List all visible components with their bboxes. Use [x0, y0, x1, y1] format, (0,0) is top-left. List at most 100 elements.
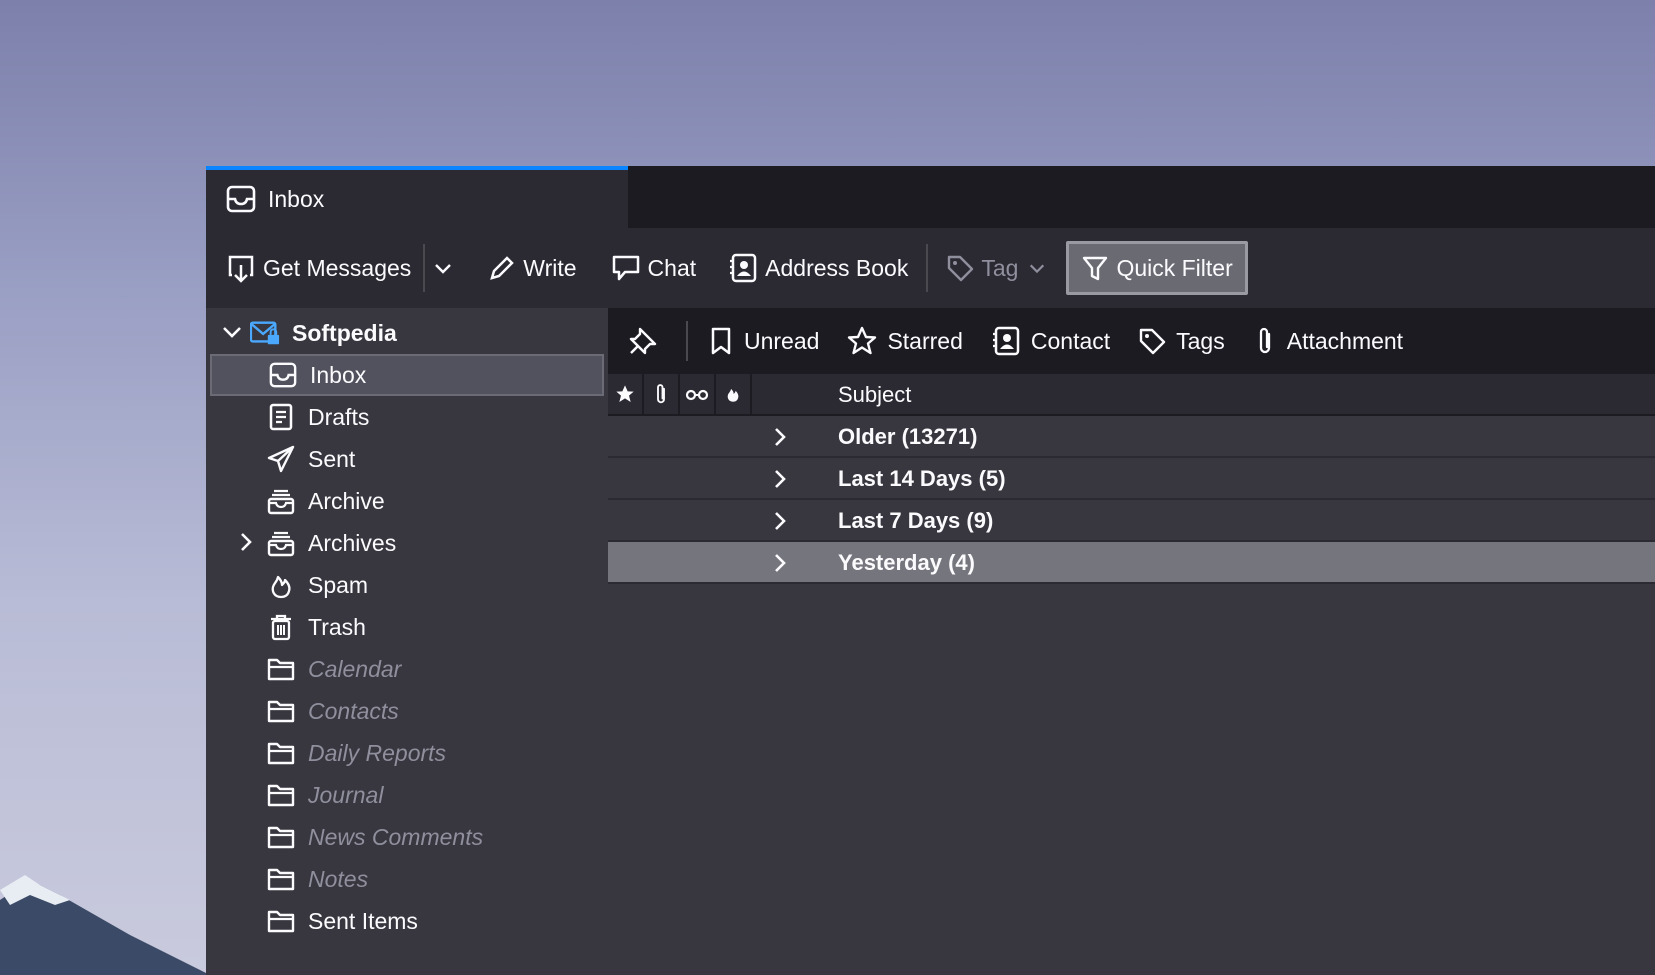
folder-icon [266, 738, 296, 768]
folder-contacts[interactable]: Contacts [210, 690, 604, 732]
address-book-button[interactable]: Address Book [718, 241, 918, 295]
quick-filter-bar: Unread Starred Contact Tags Attachment [608, 308, 1655, 374]
folder-name: News Comments [308, 823, 484, 850]
chat-icon [612, 255, 639, 281]
quick-filter-button[interactable]: Quick Filter [1066, 241, 1248, 295]
column-attachment[interactable] [644, 374, 680, 414]
tab-bar: Inbox [206, 166, 1655, 228]
glasses-icon [685, 389, 709, 401]
folder-archive[interactable]: Archive [210, 480, 604, 522]
filter-attachment-label: Attachment [1286, 327, 1404, 354]
sent-icon [266, 444, 296, 474]
folder-name: Trash [308, 613, 366, 640]
filter-starred-label: Starred [887, 327, 963, 354]
column-subject[interactable]: Subject [838, 382, 911, 408]
filter-unread-label: Unread [744, 327, 820, 354]
folder-inbox[interactable]: Inbox [210, 354, 604, 396]
folder-calendar[interactable]: Calendar [210, 648, 604, 690]
folder-icon [266, 780, 296, 810]
paperclip-icon [1259, 327, 1270, 354]
folder-name: Calendar [308, 655, 402, 682]
spam-icon [727, 388, 739, 402]
thread-group-row[interactable]: Yesterday (4) [608, 542, 1655, 584]
filter-contact-label: Contact [1030, 327, 1111, 354]
chat-button[interactable]: Chat [601, 241, 707, 295]
folder-name: Sent Items [308, 907, 418, 934]
folder-icon [266, 654, 296, 684]
folder-archives[interactable]: Archives [210, 522, 604, 564]
folder-pane: Softpedia Inbox Drafts Sent Archive Arch… [206, 308, 610, 975]
chevron-right-icon[interactable] [768, 467, 792, 491]
folder-name: Spam [308, 571, 369, 598]
star-icon [616, 385, 634, 402]
column-starred[interactable] [608, 374, 644, 414]
paperclip-icon [657, 384, 665, 404]
chevron-right-icon[interactable] [768, 509, 792, 533]
chevron-down-icon[interactable] [220, 320, 244, 344]
toolbar-separator [926, 244, 929, 292]
filter-contact-button[interactable]: Contact [991, 326, 1110, 356]
folder-icon [266, 906, 296, 936]
tag-label: Tag [981, 254, 1019, 281]
mail-account-icon [250, 318, 280, 348]
filter-tags-button[interactable]: Tags [1138, 327, 1225, 355]
write-label: Write [523, 254, 577, 281]
tab-title: Inbox [268, 185, 325, 212]
filter-attachment-button[interactable]: Attachment [1253, 326, 1403, 356]
address-book-label: Address Book [765, 254, 909, 281]
folder-daily-reports[interactable]: Daily Reports [210, 732, 604, 774]
tag-button[interactable]: Tag [936, 241, 1056, 295]
write-button[interactable]: Write [478, 241, 586, 295]
folder-sent-items[interactable]: Sent Items [210, 900, 604, 942]
chevron-down-icon [435, 264, 452, 274]
thread-group-row[interactable]: Older (13271) [608, 416, 1655, 458]
folder-trash[interactable]: Trash [210, 606, 604, 648]
tag-icon [1139, 328, 1166, 355]
desktop-mountain [0, 875, 210, 975]
folder-name: Sent [308, 445, 356, 472]
contact-icon [992, 326, 1020, 356]
inbox-icon [224, 182, 258, 216]
tab-inbox[interactable]: Inbox [206, 166, 628, 228]
column-junk-status[interactable] [716, 374, 752, 414]
filter-starred-button[interactable]: Starred [847, 326, 963, 356]
account-softpedia[interactable]: Softpedia [210, 312, 604, 354]
filter-unread-button[interactable]: Unread [708, 326, 819, 356]
toolbar-separator [423, 244, 426, 292]
download-icon [228, 255, 254, 283]
get-messages-dropdown[interactable] [427, 241, 466, 295]
folder-name: Archive [308, 487, 385, 514]
filter-separator [686, 321, 688, 361]
column-read-status[interactable] [680, 374, 716, 414]
tag-icon [948, 255, 974, 282]
thread-group-row[interactable]: Last 7 Days (9) [608, 500, 1655, 542]
group-label: Yesterday (4) [838, 550, 975, 575]
inbox-icon [268, 360, 298, 390]
get-messages-button[interactable]: Get Messages [216, 241, 421, 295]
folder-name: Drafts [308, 403, 370, 430]
bookmark-icon [711, 327, 731, 355]
folder-drafts[interactable]: Drafts [210, 396, 604, 438]
folder-name: Inbox [310, 361, 367, 388]
folder-journal[interactable]: Journal [210, 774, 604, 816]
chevron-right-icon[interactable] [234, 530, 258, 554]
pencil-icon [490, 256, 515, 280]
message-pane: Unread Starred Contact Tags Attachment S… [608, 308, 1655, 975]
chevron-right-icon[interactable] [768, 425, 792, 449]
account-name: Softpedia [292, 319, 397, 346]
folder-name: Daily Reports [308, 739, 447, 766]
get-messages-label: Get Messages [263, 254, 412, 281]
thunderbird-window: Inbox Get Messages Write Chat Address Bo… [206, 166, 1655, 975]
thread-group-row[interactable]: Last 14 Days (5) [608, 458, 1655, 500]
folder-name: Contacts [308, 697, 399, 724]
group-label: Older (13271) [838, 424, 978, 449]
sticky-pin-button[interactable] [628, 326, 668, 356]
filter-tags-label: Tags [1176, 327, 1225, 354]
folder-sent[interactable]: Sent [210, 438, 604, 480]
folder-news-comments[interactable]: News Comments [210, 816, 604, 858]
folder-notes[interactable]: Notes [210, 858, 604, 900]
folder-spam[interactable]: Spam [210, 564, 604, 606]
filter-icon [1083, 256, 1108, 281]
trash-icon [266, 612, 296, 642]
chevron-right-icon[interactable] [768, 551, 792, 575]
